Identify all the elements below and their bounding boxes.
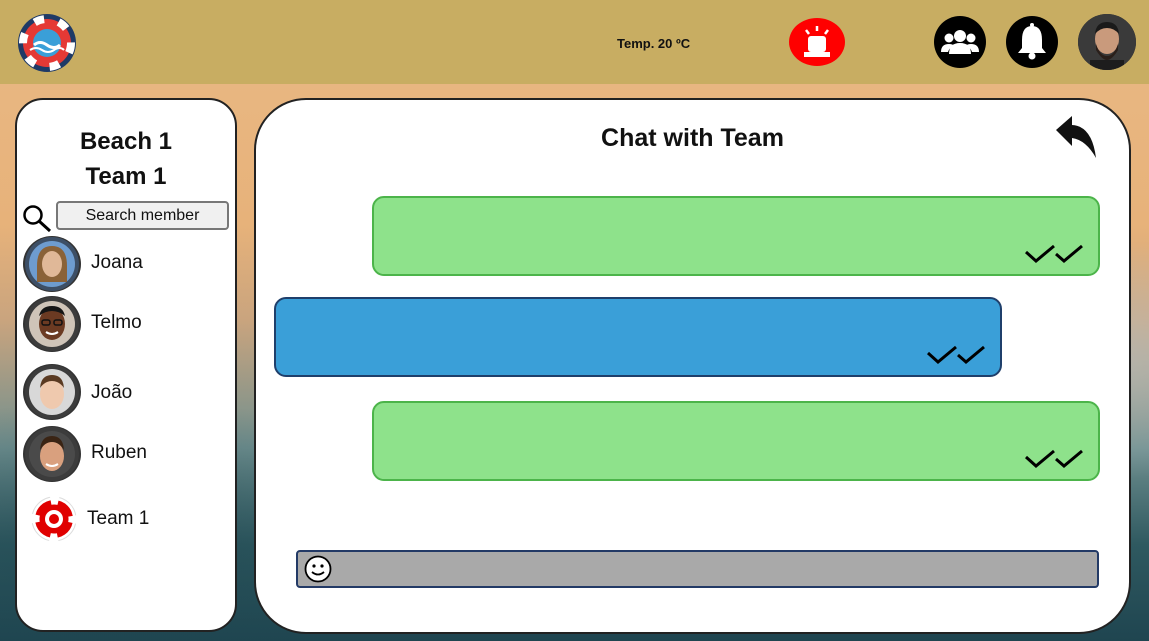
chat-panel: Chat with Team	[254, 98, 1131, 634]
beach-name: Beach 1	[79, 128, 173, 155]
avatar	[23, 426, 81, 482]
member-search	[21, 201, 233, 233]
notifications-button[interactable]	[1006, 16, 1058, 68]
sidebar-header: Beach 1 Team 1	[17, 124, 235, 194]
member-item-joana[interactable]: Joana	[23, 236, 233, 294]
telmo-avatar-icon	[25, 297, 79, 351]
member-name: Joana	[91, 252, 143, 273]
top-bar: Temp. 20 ºC	[0, 0, 1149, 84]
joao-avatar-icon	[25, 365, 79, 419]
lifebuoy-icon	[31, 496, 77, 542]
message-bubble-sent[interactable]	[372, 196, 1100, 276]
bell-icon	[1018, 23, 1046, 60]
message-bubble-received[interactable]	[274, 297, 1002, 377]
siren-icon	[804, 26, 830, 57]
user-avatar[interactable]	[1078, 14, 1136, 70]
avatar	[23, 364, 81, 420]
member-item-team[interactable]: Team 1	[23, 496, 233, 554]
search-member-input[interactable]	[56, 201, 229, 230]
double-check-icon	[1024, 449, 1083, 468]
user-photo-icon	[1078, 14, 1136, 70]
joana-avatar-icon	[25, 237, 79, 291]
alarm-button[interactable]	[789, 18, 845, 66]
back-arrow-icon[interactable]	[1052, 114, 1100, 162]
lifeguard-logo-icon[interactable]	[16, 12, 78, 74]
avatar	[23, 236, 81, 292]
message-bubble-sent[interactable]	[372, 401, 1100, 481]
member-item-ruben[interactable]: Ruben	[23, 426, 233, 484]
avatar	[23, 296, 81, 352]
chat-title: Chat with Team	[601, 124, 784, 152]
team-name: Team 1	[85, 163, 167, 190]
team-icon	[941, 30, 979, 54]
ruben-avatar-icon	[25, 427, 79, 481]
member-item-joao[interactable]: João	[23, 364, 233, 422]
member-name: Telmo	[91, 312, 142, 333]
message-input-bar	[296, 550, 1099, 588]
temperature-readout: Temp. 20 ºC	[617, 36, 691, 51]
double-check-icon	[926, 345, 985, 364]
member-name: Ruben	[91, 442, 147, 463]
member-item-telmo[interactable]: Telmo	[23, 296, 233, 354]
team-button[interactable]	[934, 16, 986, 68]
message-input[interactable]	[338, 556, 1092, 584]
member-name: João	[91, 382, 133, 403]
double-check-icon	[1024, 244, 1083, 263]
emoji-icon[interactable]	[304, 555, 332, 583]
member-name: Team 1	[87, 508, 150, 529]
team-sidebar: Beach 1 Team 1 Joana	[15, 98, 237, 632]
search-icon[interactable]	[21, 203, 53, 235]
